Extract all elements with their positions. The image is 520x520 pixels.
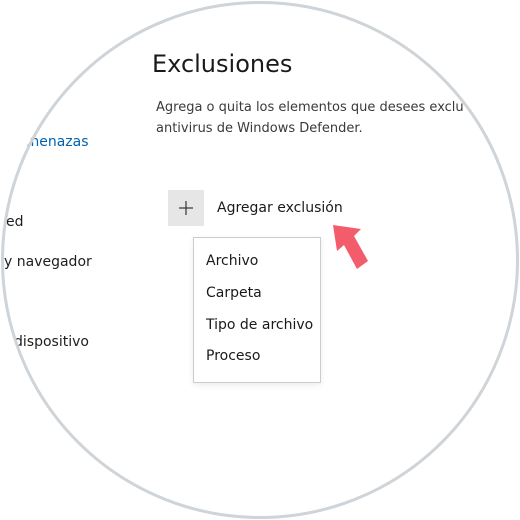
add-exclusion-button[interactable]: Agregar exclusión [168, 190, 343, 226]
sidebar-item-amenazas[interactable]: amenazas [17, 134, 89, 150]
exclusion-type-menu: Archivo Carpeta Tipo de archivo Proceso [193, 237, 321, 383]
magnifier-lens: amenazas ed y navegador dispositivo Excl… [1, 1, 517, 517]
sidebar-item-navegador[interactable]: y navegador [4, 254, 92, 270]
menu-item-carpeta[interactable]: Carpeta [206, 285, 262, 301]
plus-icon [168, 190, 204, 226]
annotation-arrow-icon [333, 225, 368, 269]
page-description: Agrega o quita los elementos que desees … [156, 100, 464, 136]
add-exclusion-label: Agregar exclusión [217, 200, 343, 216]
menu-item-proceso[interactable]: Proceso [206, 348, 260, 364]
page-title: Exclusiones [152, 50, 293, 78]
sidebar-item-dispositivo[interactable]: dispositivo [14, 334, 89, 350]
menu-item-archivo[interactable]: Archivo [206, 253, 258, 269]
menu-item-tipo-de-archivo[interactable]: Tipo de archivo [206, 317, 313, 333]
screenshot-stage: amenazas ed y navegador dispositivo Excl… [0, 0, 520, 520]
sidebar-item-red[interactable]: ed [6, 214, 24, 230]
